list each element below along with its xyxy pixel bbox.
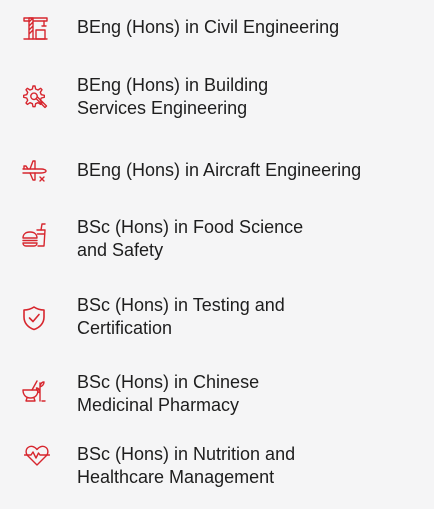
construction-crane-icon [22, 14, 48, 40]
gear-tools-icon [22, 84, 48, 110]
programme-label[interactable]: BSc (Hons) in Food Science and Safety [77, 216, 427, 262]
shield-check-icon [21, 305, 47, 331]
mortar-pestle-herbs-icon [21, 377, 47, 403]
programme-label[interactable]: BSc (Hons) in Chinese Medicinal Pharmacy [77, 371, 427, 417]
food-burger-drink-icon [21, 222, 47, 248]
programme-label[interactable]: BSc (Hons) in Testing and Certification [77, 294, 427, 340]
programme-label[interactable]: BSc (Hons) in Nutrition and Healthcare M… [77, 443, 427, 489]
programme-label[interactable]: BEng (Hons) in Aircraft Engineering [77, 159, 427, 182]
airplane-icon [22, 157, 48, 183]
heart-pulse-icon [24, 443, 50, 469]
programme-label[interactable]: BEng (Hons) in Civil Engineering [77, 16, 427, 39]
programme-label[interactable]: BEng (Hons) in Building Services Enginee… [77, 74, 427, 120]
